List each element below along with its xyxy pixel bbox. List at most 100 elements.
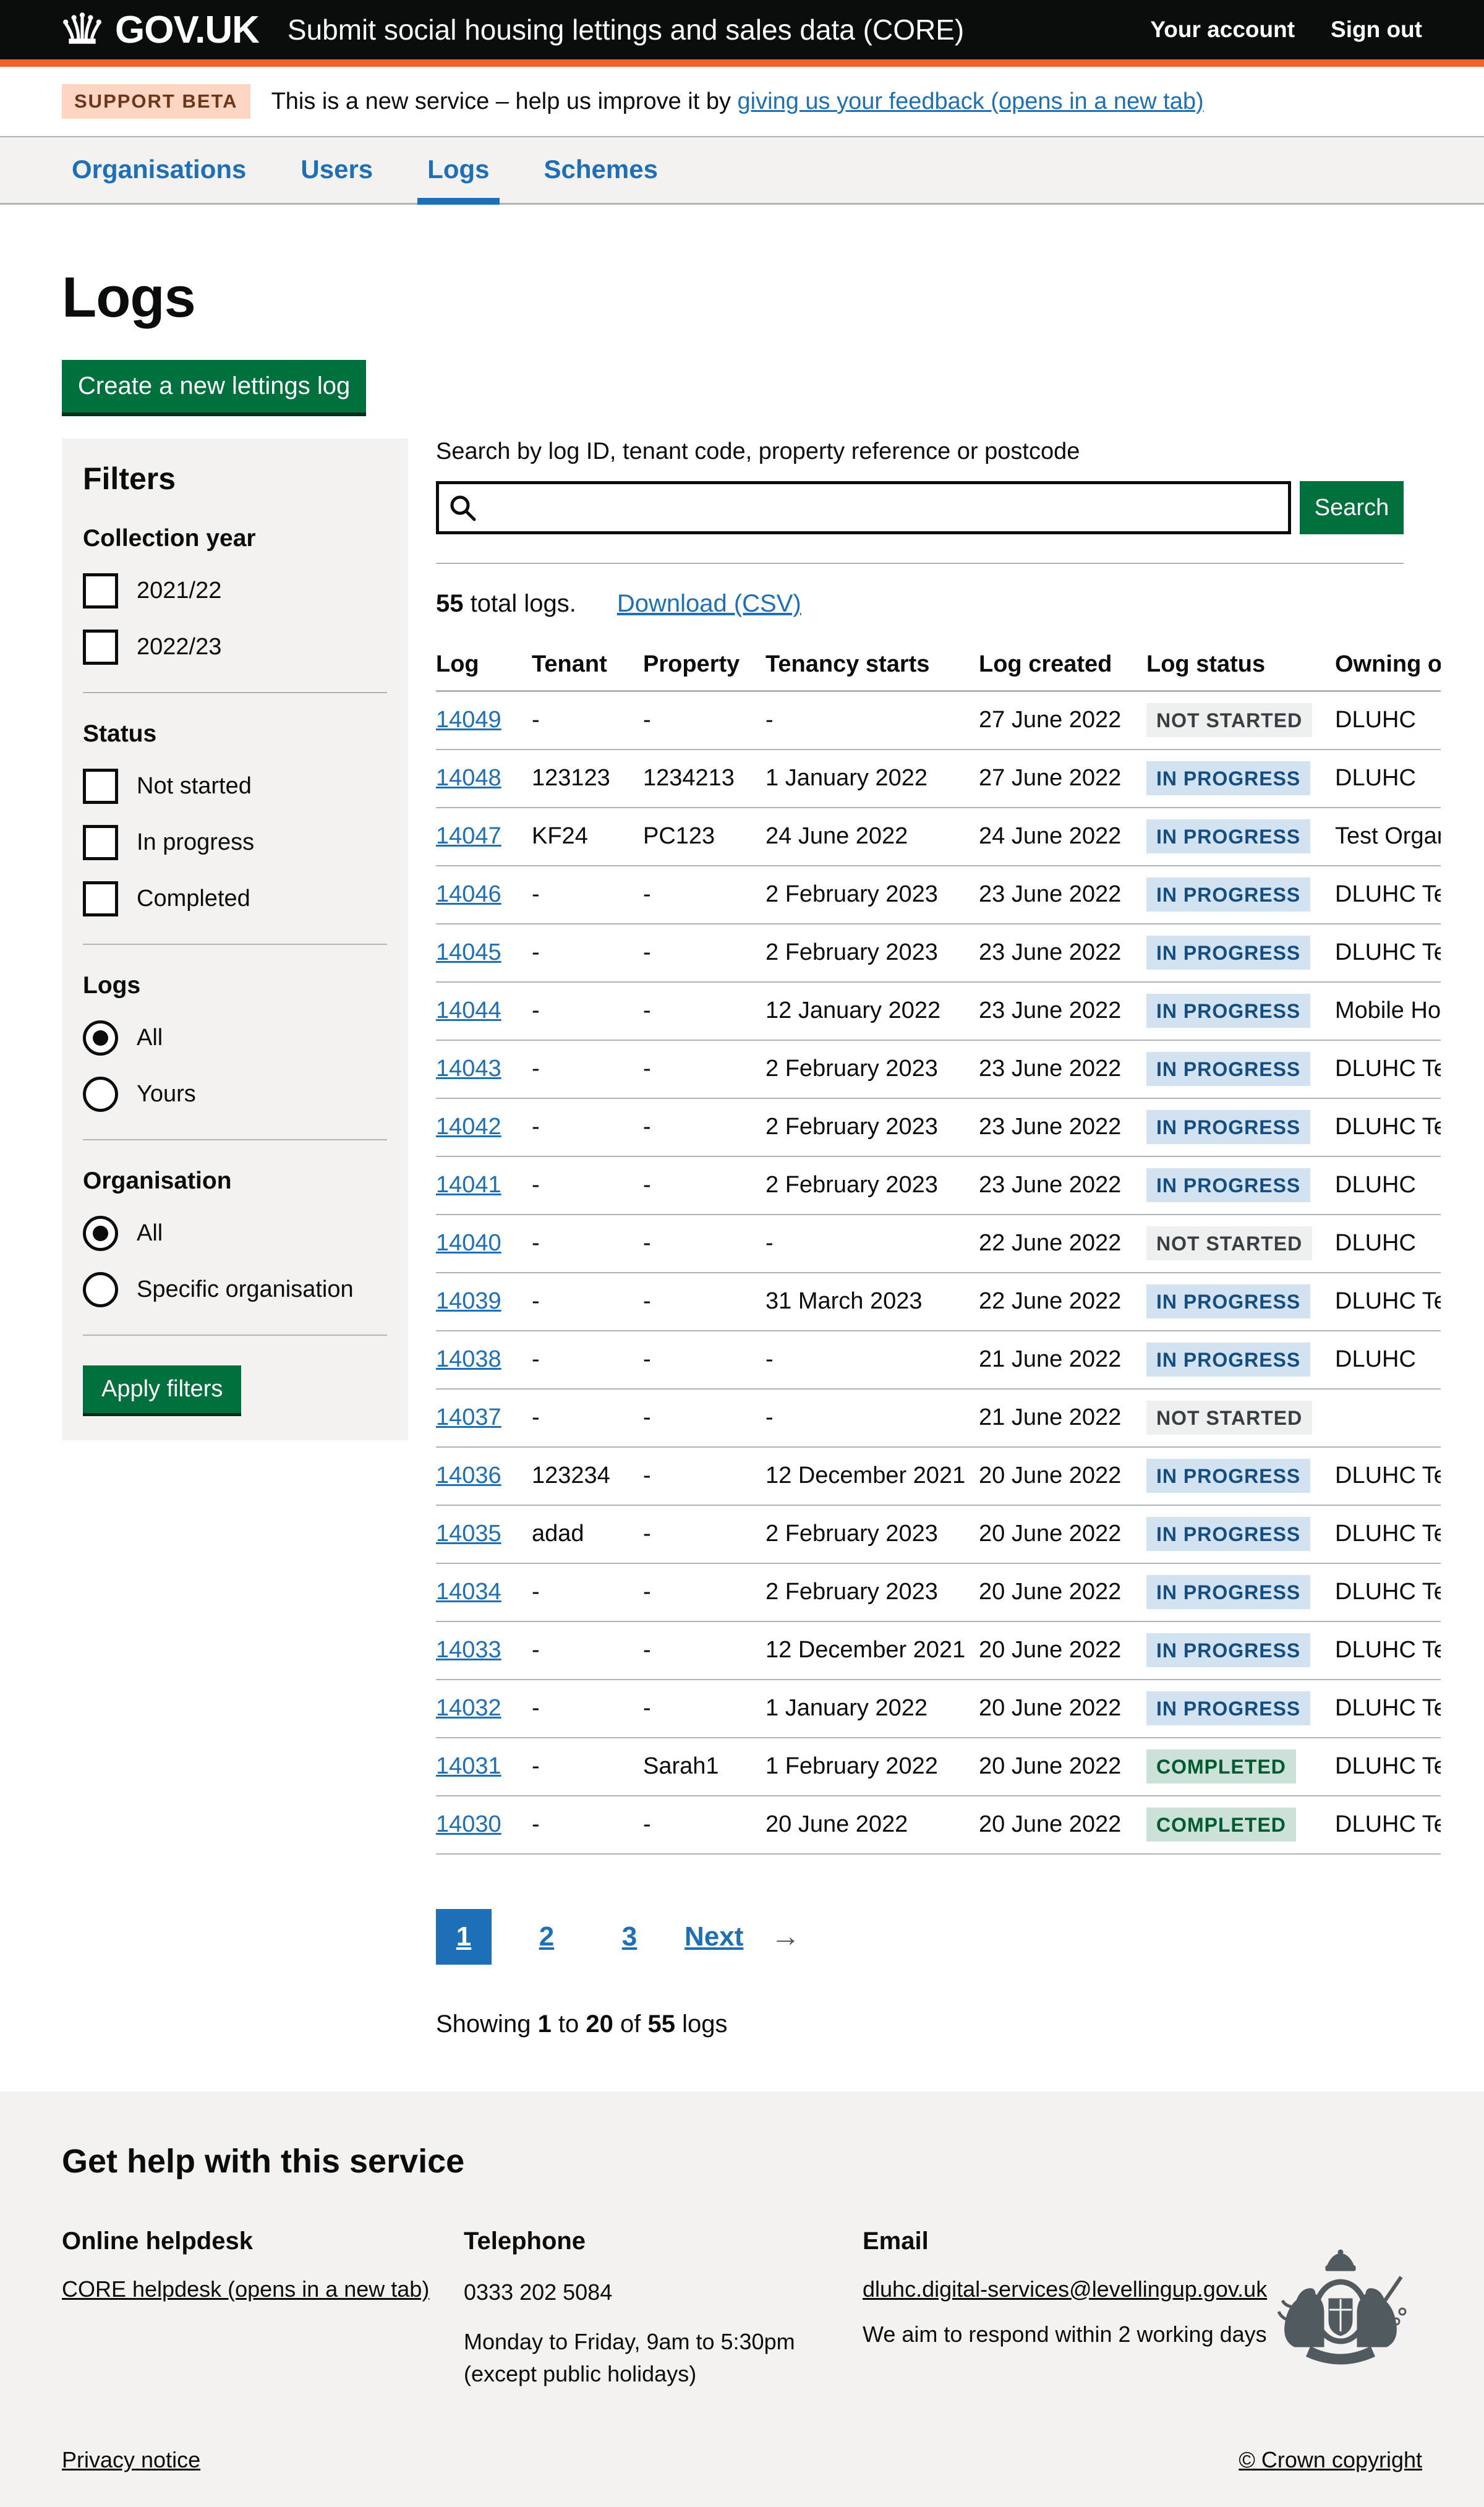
radio-option-all[interactable]: All xyxy=(83,1020,387,1056)
checkbox-control[interactable] xyxy=(83,881,118,916)
download-csv-link[interactable]: Download (CSV) xyxy=(617,590,801,618)
service-name[interactable]: Submit social housing lettings and sales… xyxy=(288,13,964,46)
log-id-link[interactable]: 14046 xyxy=(436,881,501,907)
log-id-cell: 14040 xyxy=(436,1215,532,1273)
property-cell: - xyxy=(643,924,765,982)
owning-organisation-cell: DLUHC Tes xyxy=(1335,1796,1441,1854)
log-id-link[interactable]: 14048 xyxy=(436,765,501,791)
log-id-cell: 14044 xyxy=(436,982,532,1040)
log-id-link[interactable]: 14042 xyxy=(436,1114,501,1140)
table-row: 14037---21 June 2022NOT STARTED xyxy=(436,1389,1441,1447)
pagination-page-1[interactable]: 1 xyxy=(436,1909,492,1965)
nav-item-users[interactable]: Users xyxy=(291,137,383,203)
footer-link-email[interactable]: dluhc.digital-services@levellingup.gov.u… xyxy=(863,2276,1267,2302)
property-cell: - xyxy=(643,1447,765,1505)
crown-copyright-link[interactable]: © Crown copyright xyxy=(1239,2447,1422,2473)
log-id-link[interactable]: 14039 xyxy=(436,1288,501,1314)
checkbox-control[interactable] xyxy=(83,769,118,804)
option-label: In progress xyxy=(137,829,254,856)
results-divider xyxy=(436,563,1404,564)
log-id-link[interactable]: 14032 xyxy=(436,1695,501,1721)
log-id-link[interactable]: 14036 xyxy=(436,1463,501,1488)
radio-control[interactable] xyxy=(83,1020,118,1056)
checkbox-control[interactable] xyxy=(83,573,118,609)
nav-item-logs[interactable]: Logs xyxy=(417,137,499,203)
govuk-logo[interactable]: GOV.UK Submit social housing lettings an… xyxy=(62,8,964,52)
tenant-cell: - xyxy=(532,1738,643,1796)
radio-option-yours[interactable]: Yours xyxy=(83,1077,387,1112)
log-id-link[interactable]: 14047 xyxy=(436,823,501,849)
log-created-cell: 23 June 2022 xyxy=(979,866,1146,924)
log-status-cell: IN PROGRESS xyxy=(1146,1098,1335,1156)
nav-item-organisations[interactable]: Organisations xyxy=(62,137,256,203)
radio-control[interactable] xyxy=(83,1077,118,1112)
pagination-next-link[interactable]: Next xyxy=(684,1909,743,1965)
log-id-cell: 14038 xyxy=(436,1331,532,1389)
header-link-sign-out[interactable]: Sign out xyxy=(1331,17,1422,43)
option-label: Specific organisation xyxy=(137,1276,354,1303)
tenancy-starts-cell: 12 December 2021 xyxy=(765,1447,979,1505)
tenant-cell: - xyxy=(532,1796,643,1854)
property-cell: - xyxy=(643,1098,765,1156)
log-id-link[interactable]: 14040 xyxy=(436,1230,501,1256)
pagination: 123Next→ xyxy=(436,1909,1422,1965)
checkbox-control[interactable] xyxy=(83,630,118,665)
log-id-link[interactable]: 14034 xyxy=(436,1579,501,1605)
search-input[interactable] xyxy=(436,481,1291,534)
status-badge: IN PROGRESS xyxy=(1146,1168,1310,1202)
tenancy-starts-cell: 12 December 2021 xyxy=(765,1621,979,1680)
log-id-link[interactable]: 14035 xyxy=(436,1521,501,1547)
owning-organisation-cell: DLUHC Tes xyxy=(1335,866,1441,924)
tenant-cell: - xyxy=(532,1621,643,1680)
owning-organisation-cell: DLUHC xyxy=(1335,1215,1441,1273)
footer-column-heading: Email xyxy=(863,2227,1295,2255)
radio-option-specific-organisation[interactable]: Specific organisation xyxy=(83,1272,387,1307)
search-button[interactable]: Search xyxy=(1300,481,1404,534)
log-created-cell: 23 June 2022 xyxy=(979,982,1146,1040)
tenant-cell: - xyxy=(532,1563,643,1621)
tenancy-starts-cell: - xyxy=(765,1215,979,1273)
status-badge: IN PROGRESS xyxy=(1146,1343,1310,1377)
log-id-link[interactable]: 14030 xyxy=(436,1811,501,1837)
log-id-cell: 14042 xyxy=(436,1098,532,1156)
radio-control[interactable] xyxy=(83,1272,118,1307)
tenant-cell: KF24 xyxy=(532,808,643,866)
telephone-number: 0333 202 5084 xyxy=(464,2276,863,2308)
checkbox-control[interactable] xyxy=(83,825,118,860)
table-row: 14033--12 December 202120 June 2022IN PR… xyxy=(436,1621,1441,1680)
tenancy-starts-cell: 24 June 2022 xyxy=(765,808,979,866)
log-id-link[interactable]: 14037 xyxy=(436,1404,501,1430)
property-cell: - xyxy=(643,1040,765,1098)
log-created-cell: 20 June 2022 xyxy=(979,1447,1146,1505)
privacy-notice-link[interactable]: Privacy notice xyxy=(62,2447,200,2473)
header-link-your-account[interactable]: Your account xyxy=(1150,17,1295,43)
pagination-page-2[interactable]: 2 xyxy=(519,1909,574,1965)
log-id-link[interactable]: 14031 xyxy=(436,1753,501,1779)
status-badge: IN PROGRESS xyxy=(1146,1575,1310,1609)
nav-item-schemes[interactable]: Schemes xyxy=(534,137,668,203)
log-id-link[interactable]: 14038 xyxy=(436,1346,501,1372)
log-id-link[interactable]: 14045 xyxy=(436,939,501,965)
log-id-link[interactable]: 14033 xyxy=(436,1637,501,1663)
log-id-link[interactable]: 14043 xyxy=(436,1056,501,1082)
feedback-link[interactable]: giving us your feedback (opens in a new … xyxy=(738,88,1204,114)
checkbox-option-2022-23[interactable]: 2022/23 xyxy=(83,630,387,665)
apply-filters-button[interactable]: Apply filters xyxy=(83,1365,241,1413)
checkbox-option-2021-22[interactable]: 2021/22 xyxy=(83,573,387,609)
log-status-cell: COMPLETED xyxy=(1146,1738,1335,1796)
radio-option-all[interactable]: All xyxy=(83,1216,387,1251)
create-lettings-log-button[interactable]: Create a new lettings log xyxy=(62,360,366,412)
checkbox-option-completed[interactable]: Completed xyxy=(83,881,387,916)
log-id-link[interactable]: 14041 xyxy=(436,1172,501,1198)
checkbox-option-not-started[interactable]: Not started xyxy=(83,769,387,804)
property-cell: - xyxy=(643,691,765,750)
pagination-page-3[interactable]: 3 xyxy=(602,1909,657,1965)
radio-control[interactable] xyxy=(83,1216,118,1251)
footer-link-core-helpdesk[interactable]: CORE helpdesk (opens in a new tab) xyxy=(62,2276,429,2302)
log-id-link[interactable]: 14044 xyxy=(436,997,501,1023)
option-label: Completed xyxy=(137,886,250,912)
checkbox-option-in-progress[interactable]: In progress xyxy=(83,825,387,860)
log-created-cell: 23 June 2022 xyxy=(979,924,1146,982)
filter-group-organisation: OrganisationAllSpecific organisation xyxy=(83,1168,387,1307)
log-id-link[interactable]: 14049 xyxy=(436,707,501,733)
